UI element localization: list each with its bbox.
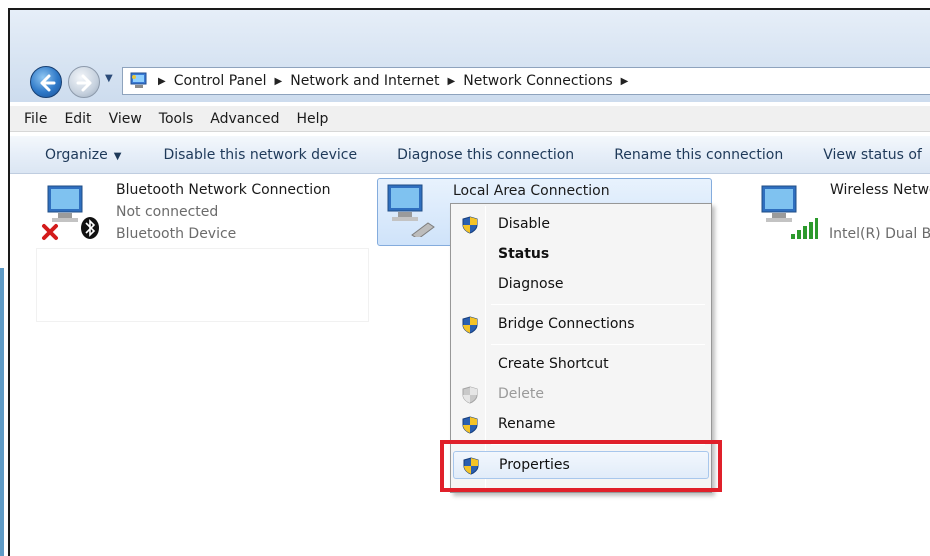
uac-shield-icon: [462, 416, 478, 434]
menu-item-delete: Delete: [453, 381, 709, 409]
menu-help[interactable]: Help: [296, 111, 328, 127]
chevron-down-icon: ▼: [113, 150, 122, 162]
menu-item-rename[interactable]: Rename: [453, 411, 709, 439]
bluetooth-connection-item[interactable]: Bluetooth Network Connection Not connect…: [36, 176, 371, 322]
rename-connection-button[interactable]: Rename this connection: [614, 147, 783, 163]
address-bar[interactable]: ▶ Control Panel ▶ Network and Internet ▶…: [122, 67, 930, 95]
breadcrumb-control-panel[interactable]: Control Panel: [174, 73, 267, 89]
control-panel-icon: [128, 71, 150, 91]
wireless-connection-item[interactable]: Wireless Netwo Intel(R) Dual B: [750, 176, 930, 248]
menu-item-disable[interactable]: Disable: [453, 211, 709, 239]
menu-item-status[interactable]: Status: [453, 241, 709, 269]
menu-item-bridge-connections[interactable]: Bridge Connections: [453, 311, 709, 339]
menu-item-label: Rename: [498, 416, 556, 432]
menu-item-create-shortcut[interactable]: Create Shortcut: [453, 351, 709, 379]
back-arrow-icon: [40, 74, 56, 92]
menu-item-label: Bridge Connections: [498, 316, 635, 332]
forward-button[interactable]: [68, 66, 100, 98]
network-computer-icon: [382, 181, 438, 240]
bluetooth-connection-name: Bluetooth Network Connection: [116, 182, 331, 198]
bluetooth-icon: [80, 216, 100, 240]
diagnose-connection-button[interactable]: Diagnose this connection: [397, 147, 574, 163]
menu-item-label: Status: [498, 246, 550, 262]
uac-shield-icon: [462, 216, 478, 234]
forward-arrow-icon: [76, 74, 92, 92]
breadcrumb-separator-icon[interactable]: ▶: [275, 76, 283, 87]
window-edge-accent: [0, 268, 4, 556]
lan-connection-name: Local Area Connection: [453, 183, 610, 199]
breadcrumb-separator-icon[interactable]: ▶: [158, 76, 166, 87]
menu-item-label: Disable: [498, 216, 550, 232]
breadcrumb-network-and-internet[interactable]: Network and Internet: [290, 73, 439, 89]
menu-edit[interactable]: Edit: [64, 111, 91, 127]
menu-view[interactable]: View: [109, 111, 142, 127]
wireless-device-name: Intel(R) Dual B: [829, 226, 930, 242]
menu-item-label: Diagnose: [498, 276, 564, 292]
menu-advanced[interactable]: Advanced: [210, 111, 279, 127]
highlight-annotation-box: [440, 440, 722, 492]
navigation-area: ▼ ▶ Control Panel ▶ Network and Internet…: [10, 10, 930, 102]
breadcrumb-separator-icon[interactable]: ▶: [448, 76, 456, 87]
menu-item-label: Delete: [498, 386, 544, 402]
bluetooth-connection-status: Not connected: [116, 204, 219, 220]
recent-pages-dropdown-icon[interactable]: ▼: [105, 73, 119, 87]
menu-separator: [491, 304, 705, 305]
breadcrumb-network-connections[interactable]: Network Connections: [463, 73, 612, 89]
breadcrumb-separator-icon[interactable]: ▶: [621, 76, 629, 87]
signal-strength-icon: [790, 216, 818, 240]
menu-bar: File Edit View Tools Advanced Help: [10, 106, 930, 132]
uac-shield-icon: [462, 386, 478, 404]
disable-device-button[interactable]: Disable this network device: [163, 147, 357, 163]
view-status-button[interactable]: View status of: [823, 147, 922, 163]
uac-shield-icon: [462, 316, 478, 334]
menu-item-diagnose[interactable]: Diagnose: [453, 271, 709, 299]
menu-file[interactable]: File: [24, 111, 47, 127]
menu-separator: [491, 344, 705, 345]
command-bar: Organize ▼ Disable this network device Di…: [10, 136, 930, 174]
back-button[interactable]: [30, 66, 62, 98]
organize-button[interactable]: Organize ▼: [45, 147, 121, 163]
menu-item-label: Create Shortcut: [498, 356, 609, 372]
organize-label: Organize: [45, 146, 108, 163]
empty-tooltip-area: [36, 248, 369, 322]
bluetooth-device-name: Bluetooth Device: [116, 226, 237, 242]
disconnected-x-icon: [40, 222, 60, 242]
wireless-connection-name: Wireless Netwo: [830, 182, 930, 198]
menu-tools[interactable]: Tools: [159, 111, 194, 127]
